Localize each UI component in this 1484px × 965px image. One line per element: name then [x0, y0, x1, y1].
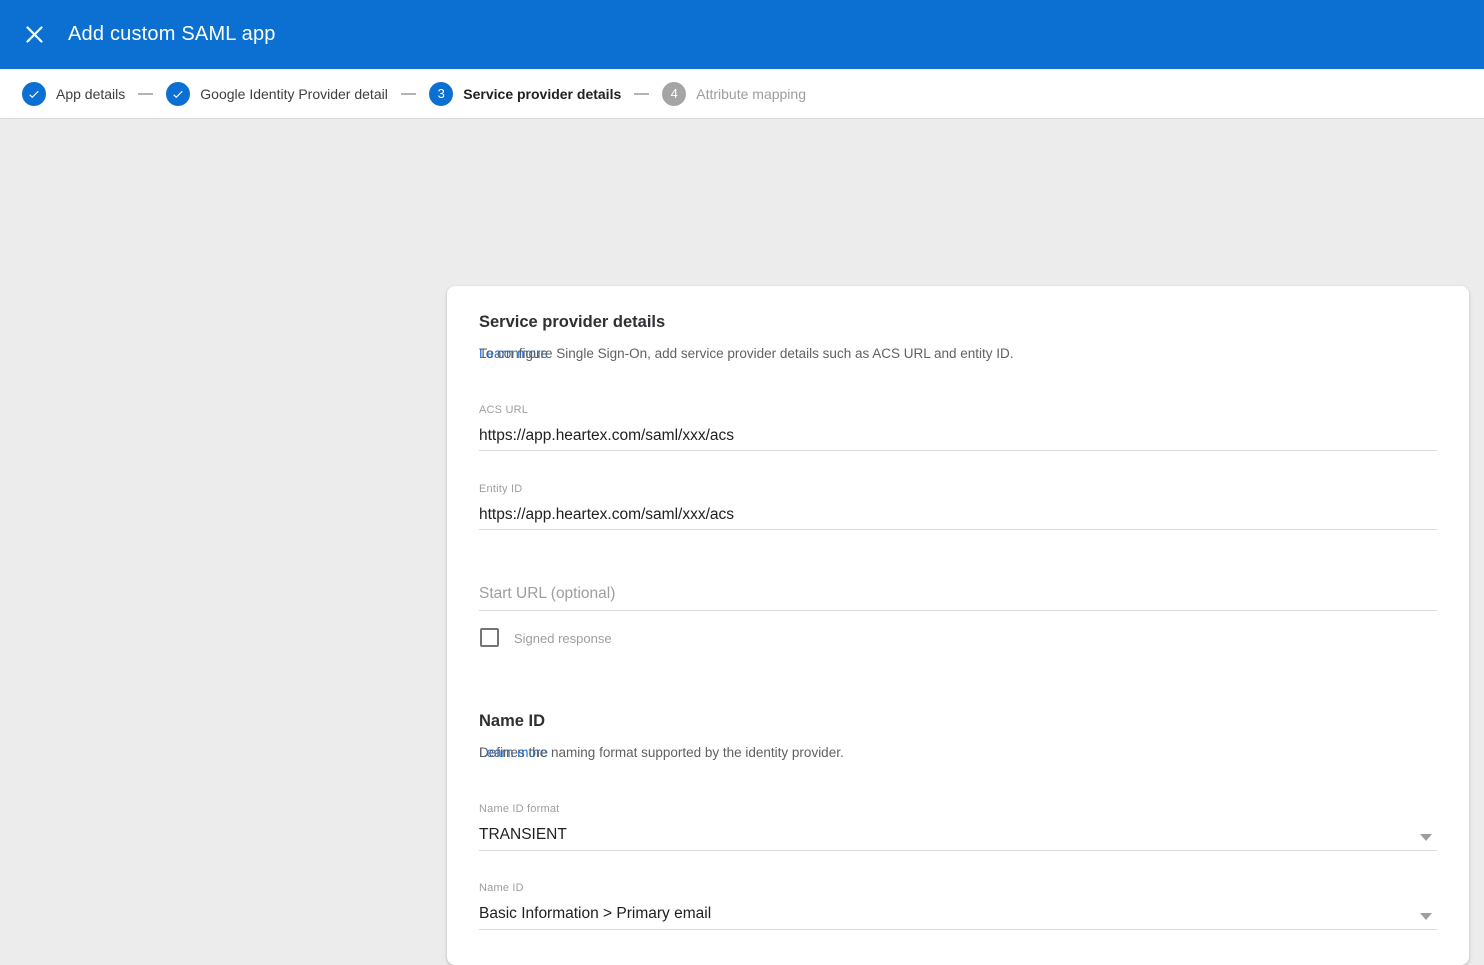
- description-text: To configure Single Sign-On, add service…: [479, 346, 1014, 361]
- input-underline: [479, 450, 1437, 451]
- step-3-circle: 3: [429, 82, 453, 106]
- signed-response-checkbox[interactable]: [480, 628, 499, 647]
- section-description: Defines the naming format supported by t…: [479, 745, 548, 760]
- step-3-number: 3: [438, 86, 445, 101]
- select-underline: [479, 850, 1437, 851]
- step-separator: [634, 93, 649, 95]
- step-google-idp-details[interactable]: Google Identity Provider details: [166, 82, 388, 106]
- entity-id-label: Entity ID: [479, 483, 522, 495]
- step-app-details[interactable]: App details: [22, 82, 125, 106]
- signed-response-label: Signed response: [514, 631, 612, 646]
- step-4-label: Attribute mapping: [696, 86, 806, 102]
- page-background: Service provider details To configure Si…: [0, 119, 1484, 864]
- step-2-label: Google Identity Provider details: [200, 86, 388, 102]
- input-underline: [479, 529, 1437, 530]
- step-1-circle: [22, 82, 46, 106]
- step-4-number: 4: [671, 86, 678, 101]
- name-id-format-label: Name ID format: [479, 803, 559, 815]
- step-separator: [138, 93, 153, 95]
- name-id-select[interactable]: Basic Information > Primary email: [479, 905, 711, 923]
- check-icon: [171, 87, 185, 101]
- step-4-circle: 4: [662, 82, 686, 106]
- service-provider-card: Service provider details To configure Si…: [447, 286, 1469, 965]
- name-id-format-select[interactable]: TRANSIENT: [479, 826, 567, 844]
- input-underline: [479, 610, 1437, 611]
- chevron-down-icon[interactable]: [1420, 834, 1432, 841]
- step-3-label: Service provider details: [463, 86, 621, 102]
- step-2-circle: [166, 82, 190, 106]
- start-url-input[interactable]: [479, 585, 1437, 603]
- stepper: App details Google Identity Provider det…: [0, 69, 1484, 119]
- step-attribute-mapping[interactable]: 4 Attribute mapping: [662, 82, 806, 106]
- select-underline: [479, 929, 1437, 930]
- step-separator: [401, 93, 416, 95]
- section-title-name-id: Name ID: [479, 712, 545, 731]
- check-icon: [27, 87, 41, 101]
- step-service-provider-details[interactable]: 3 Service provider details: [429, 82, 621, 106]
- section-title-service-provider: Service provider details: [479, 313, 665, 332]
- entity-id-input[interactable]: [479, 506, 1437, 524]
- acs-url-label: ACS URL: [479, 404, 528, 416]
- appbar: Add custom SAML app: [0, 0, 1484, 69]
- acs-url-input[interactable]: [479, 427, 1437, 445]
- section-description: To configure Single Sign-On, add service…: [479, 346, 548, 361]
- name-id-label: Name ID: [479, 882, 524, 894]
- close-icon[interactable]: [22, 23, 46, 47]
- step-1-label: App details: [56, 86, 125, 102]
- dialog-title: Add custom SAML app: [68, 23, 276, 46]
- chevron-down-icon[interactable]: [1420, 913, 1432, 920]
- description-text: Defines the naming format supported by t…: [479, 745, 844, 760]
